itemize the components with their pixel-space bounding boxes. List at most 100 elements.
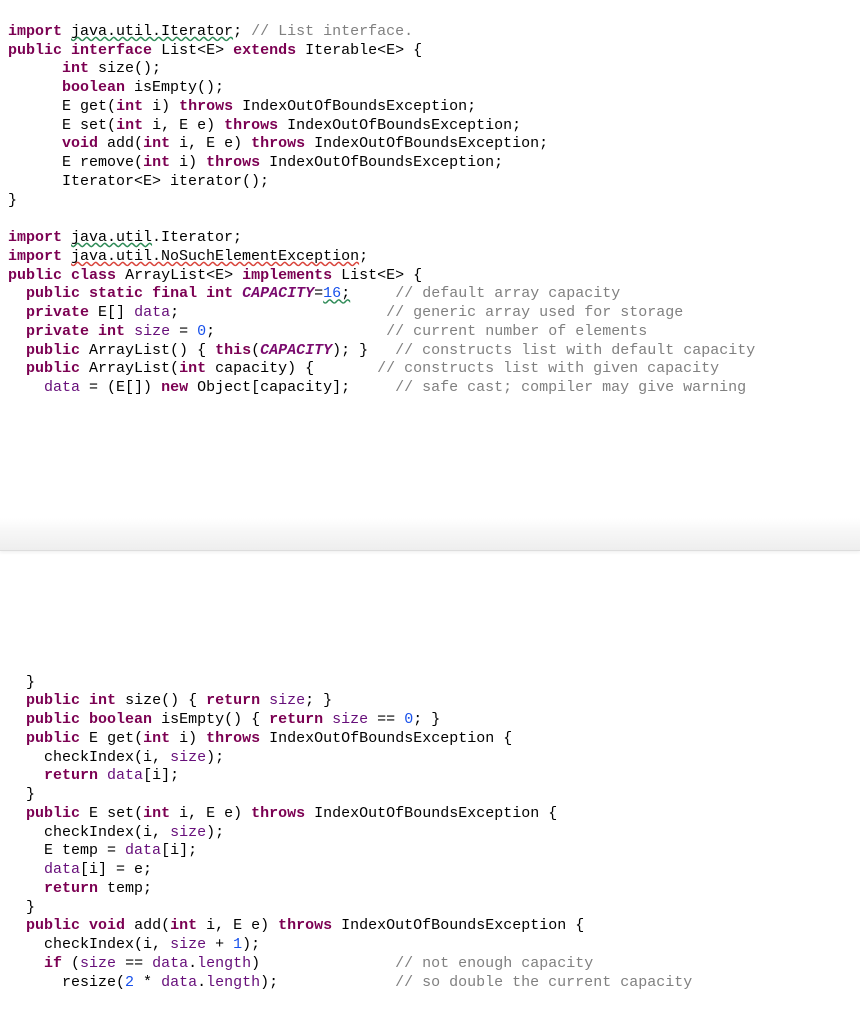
field-ref: size: [170, 936, 206, 953]
method-call: checkIndex(i,: [44, 936, 161, 953]
line-comment: // safe cast; compiler may give warning: [395, 379, 746, 396]
line: }: [8, 899, 35, 916]
brace-close: }: [26, 674, 35, 691]
import-path-error: java.util.NoSuchElementException: [71, 248, 359, 265]
import-path: java.util.Iterator: [71, 23, 233, 40]
keyword-public: public: [26, 805, 80, 822]
supertype: Iterable<E> {: [305, 42, 422, 59]
constant: CAPACITY: [242, 285, 314, 302]
line: E set(int i, E e) throws IndexOutOfBound…: [8, 117, 521, 134]
field-ref: length: [206, 974, 260, 991]
keyword-class: class: [71, 267, 116, 284]
params: i, E e): [170, 805, 242, 822]
line-comment: // List interface.: [251, 23, 413, 40]
method-call: checkIndex(i,: [44, 749, 161, 766]
semi: ;: [233, 23, 242, 40]
keyword-public: public: [26, 917, 80, 934]
keyword-import: import: [8, 248, 62, 265]
keyword-public: public: [26, 692, 80, 709]
type: E: [62, 154, 71, 171]
keyword-interface: interface: [71, 42, 152, 59]
exception: IndexOutOfBoundsException {: [269, 730, 512, 747]
field-ref: data: [152, 955, 188, 972]
keyword-int: int: [116, 98, 143, 115]
number-literal: 0: [404, 711, 413, 728]
semi: ;: [206, 323, 215, 340]
keyword-int: int: [170, 917, 197, 934]
line-comment: // so double the current capacity: [395, 974, 692, 991]
line: }: [8, 786, 35, 803]
ctor: ArrayList(: [89, 360, 179, 377]
equals: ==: [368, 711, 404, 728]
op: +: [206, 936, 233, 953]
keyword-private: private: [26, 304, 89, 321]
line: public E set(int i, E e) throws IndexOut…: [8, 805, 557, 822]
keyword-int: int: [116, 117, 143, 134]
params: i, E e): [170, 135, 242, 152]
keyword-implements: implements: [242, 267, 332, 284]
params: i, E e): [143, 117, 215, 134]
type: E: [89, 730, 98, 747]
field-ref: data: [107, 767, 143, 784]
line: E remove(int i) throws IndexOutOfBoundsE…: [8, 154, 503, 171]
line: checkIndex(i, size);: [8, 824, 224, 841]
var: temp;: [98, 880, 152, 897]
field-ref: data: [125, 842, 161, 859]
line: return temp;: [8, 880, 152, 897]
field-ref: size: [332, 711, 368, 728]
keyword-private: private: [26, 323, 89, 340]
method-call: resize(: [62, 974, 125, 991]
keyword-void: void: [89, 917, 125, 934]
keyword-this: this: [215, 342, 251, 359]
semi: ;: [359, 248, 368, 265]
end: );: [242, 936, 260, 953]
line: private int size = 0; // current number …: [8, 323, 647, 340]
assign: [i] = e;: [80, 861, 152, 878]
semi: ;: [341, 285, 350, 302]
line: import java.util.Iterator; // List inter…: [8, 23, 413, 40]
method-name: add(: [107, 135, 143, 152]
method-sig: size() {: [125, 692, 197, 709]
line: boolean isEmpty();: [8, 79, 224, 96]
semi: ;: [170, 304, 179, 321]
line: E temp = data[i];: [8, 842, 197, 859]
exception: IndexOutOfBoundsException;: [314, 135, 548, 152]
keyword-throws: throws: [206, 730, 260, 747]
keyword-int: int: [143, 135, 170, 152]
keyword-throws: throws: [278, 917, 332, 934]
line: public static final int CAPACITY=16; // …: [8, 285, 620, 302]
field-ref: data: [44, 861, 80, 878]
field-ref: length: [197, 955, 251, 972]
keyword-int: int: [179, 360, 206, 377]
line: public boolean isEmpty() { return size =…: [8, 711, 440, 728]
line: resize(2 * data.length); // so double th…: [8, 974, 692, 991]
keyword-throws: throws: [179, 98, 233, 115]
line: public ArrayList() { this(CAPACITY); } /…: [8, 342, 755, 359]
type-name: List<E>: [161, 42, 224, 59]
keyword-public: public: [8, 42, 62, 59]
field-ref: size: [170, 824, 206, 841]
method-sig: isEmpty() {: [161, 711, 260, 728]
method-sig: size();: [98, 60, 161, 77]
line: checkIndex(i, size);: [8, 749, 224, 766]
method-sig: isEmpty();: [134, 79, 224, 96]
end: );: [206, 824, 224, 841]
method-name: add(: [134, 917, 170, 934]
keyword-if: if: [44, 955, 62, 972]
line: if (size == data.length) // not enough c…: [8, 955, 593, 972]
field-name: data: [134, 304, 170, 321]
brace-close: }: [26, 786, 35, 803]
supertype: List<E> {: [341, 267, 422, 284]
number-literal: 1: [233, 936, 242, 953]
cast: = (E[]): [80, 379, 152, 396]
line-comment: // constructs list with default capacity: [395, 342, 755, 359]
exception: IndexOutOfBoundsException;: [269, 154, 503, 171]
keyword-extends: extends: [233, 42, 296, 59]
keyword-int: int: [98, 323, 125, 340]
end: ; }: [305, 692, 332, 709]
type: E: [62, 98, 71, 115]
method-name: get(: [107, 730, 143, 747]
keyword-boolean: boolean: [62, 79, 125, 96]
params: i): [143, 98, 170, 115]
method-name: get(: [80, 98, 116, 115]
